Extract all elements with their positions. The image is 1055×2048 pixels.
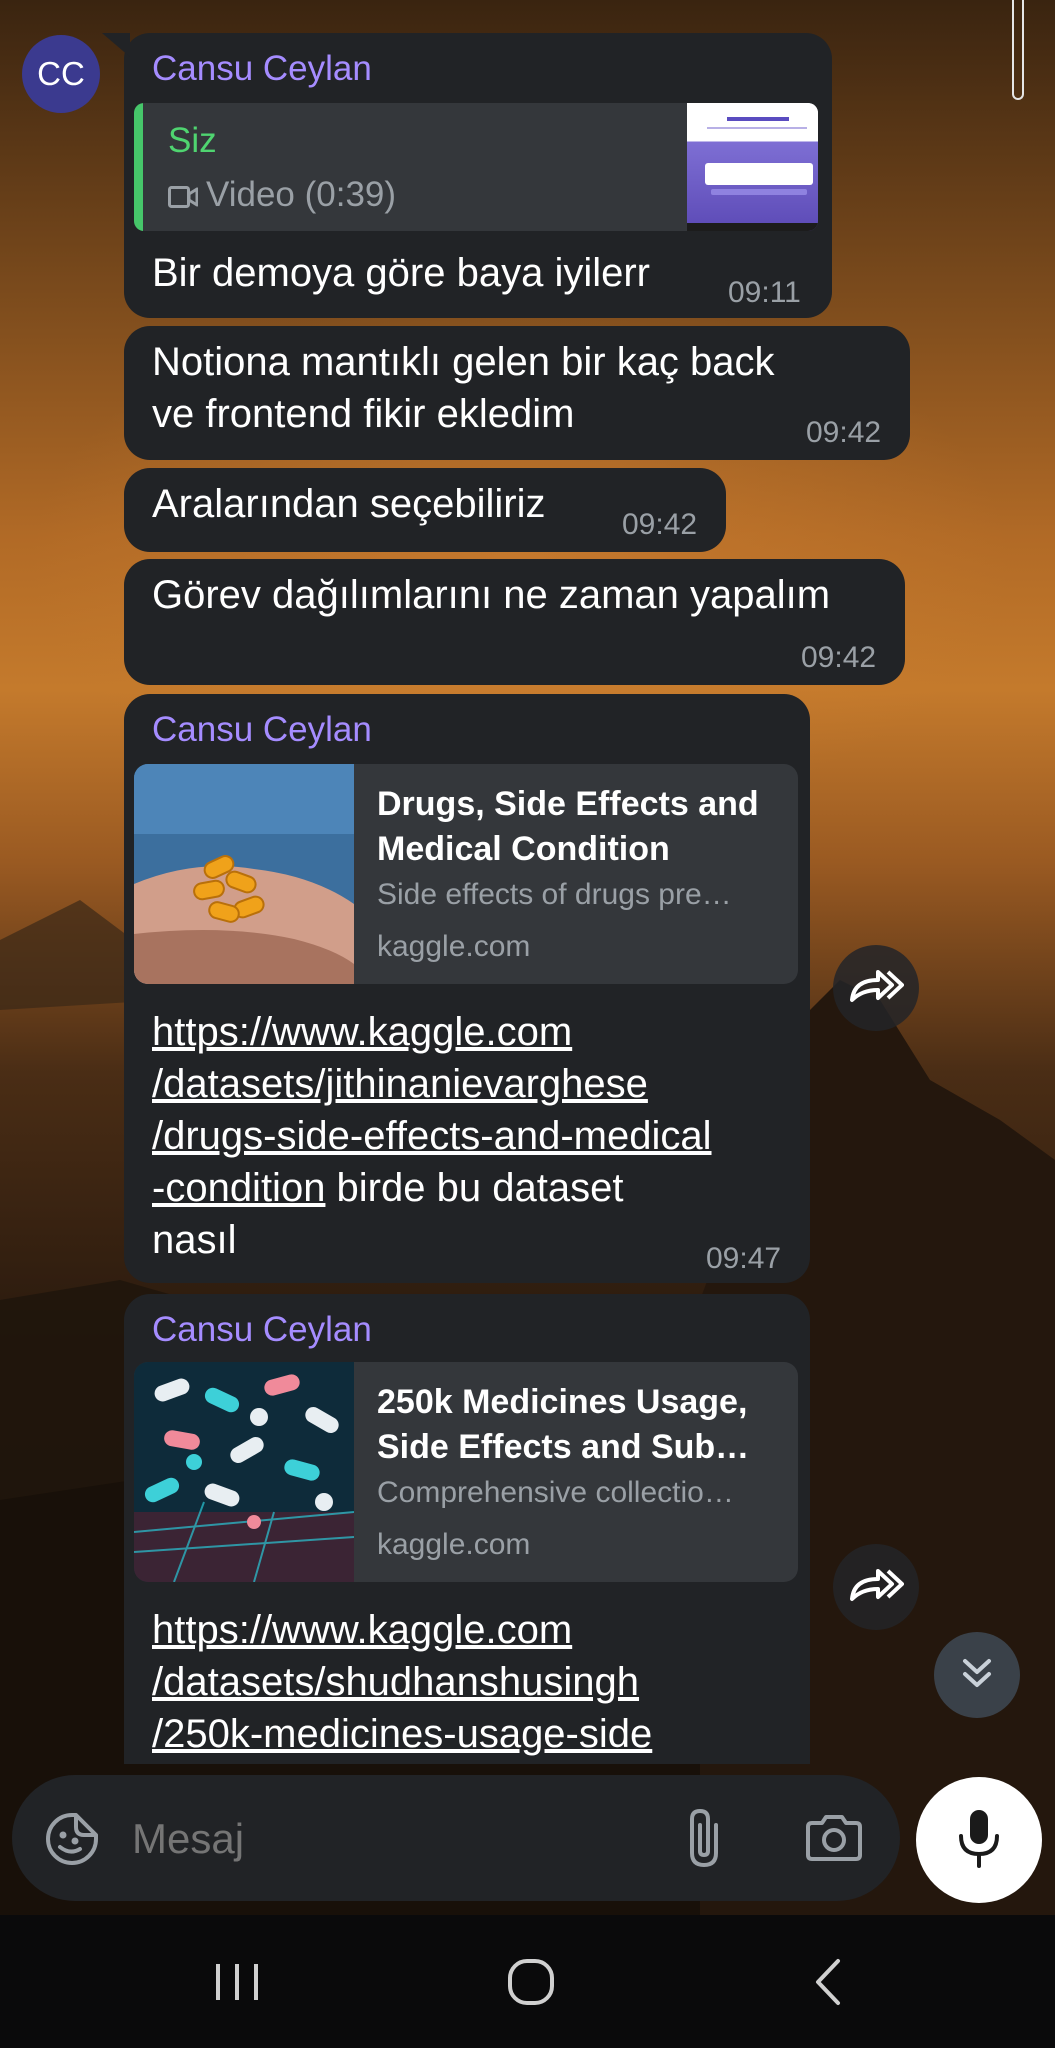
reply-accent-bar xyxy=(134,103,143,231)
video-icon xyxy=(168,185,199,214)
avatar[interactable]: CC xyxy=(22,35,100,113)
message-time: 09:42 xyxy=(801,641,877,674)
message-link[interactable]: /drugs-side-effects-and-medical xyxy=(152,1114,712,1158)
message-text-line: /datasets/jithinanievarghese xyxy=(152,1058,648,1110)
voice-record-button[interactable] xyxy=(916,1777,1042,1903)
reply-subtitle: Video (0:39) xyxy=(206,175,397,214)
preview-image xyxy=(134,1362,355,1582)
message-bubble[interactable]: Cansu Ceylan Siz Video (0:39) Bir demoya… xyxy=(102,33,832,318)
link-preview[interactable]: 250k Medicines Usage, Side Effects and S… xyxy=(134,1362,798,1582)
message-text-line: https://www.kaggle.com xyxy=(152,1006,572,1058)
sticker-icon[interactable] xyxy=(44,1811,100,1872)
message-text: Görev dağılımlarını ne zaman yapalım xyxy=(152,573,831,617)
message-bubble[interactable]: Cansu Ceylan 250k Medicines Usage, Side … xyxy=(124,1294,810,1764)
avatar-initials: CC xyxy=(37,55,85,92)
back-icon[interactable] xyxy=(810,1957,844,2012)
double-chevron-down-icon xyxy=(959,1655,995,1696)
message-time: 09:42 xyxy=(622,508,698,541)
preview-title: 250k Medicines Usage, Side Effects and S… xyxy=(377,1380,787,1470)
message-text-line: /drugs-side-effects-and-medical xyxy=(152,1110,712,1162)
message-link[interactable]: -condition xyxy=(152,1166,325,1210)
preview-title-line: Drugs, Side Effects and xyxy=(377,785,759,823)
message-link[interactable]: https://www.kaggle.com xyxy=(152,1608,572,1652)
scrollbar[interactable] xyxy=(1012,0,1024,100)
message-time: 09:11 xyxy=(728,276,801,309)
message-text-line: https://www.kaggle.com xyxy=(152,1604,572,1656)
preview-image xyxy=(134,764,354,984)
preview-site: kaggle.com xyxy=(377,1528,531,1561)
message-bubble[interactable]: Cansu Ceylan Drugs, Side Effects and Med… xyxy=(124,694,810,1283)
message-input[interactable] xyxy=(130,1805,654,1873)
message-bubble[interactable]: Görev dağılımlarını ne zaman yapalım 09:… xyxy=(124,559,905,685)
message-link[interactable]: https://www.kaggle.com xyxy=(152,1010,572,1054)
preview-title-line: 250k Medicines Usage, xyxy=(377,1383,748,1421)
camera-icon[interactable] xyxy=(804,1813,864,1868)
forward-button[interactable] xyxy=(833,945,919,1031)
preview-site: kaggle.com xyxy=(377,930,531,963)
reply-title: Siz xyxy=(168,121,217,160)
message-text-line: -condition birde bu dataset xyxy=(152,1162,623,1214)
paperclip-icon[interactable] xyxy=(682,1807,726,1874)
message-text-line: nasıl xyxy=(152,1218,237,1262)
forward-button[interactable] xyxy=(833,1544,919,1630)
message-text: Bir demoya göre baya iyilerr xyxy=(152,251,650,295)
message-bubble[interactable]: Aralarından seçebiliriz 09:42 xyxy=(124,468,726,552)
preview-description: Side effects of drugs pre… xyxy=(377,878,732,911)
message-time: 09:47 xyxy=(706,1242,782,1275)
forward-icon xyxy=(848,966,904,1011)
forward-icon xyxy=(848,1565,904,1610)
link-preview[interactable]: Drugs, Side Effects and Medical Conditio… xyxy=(134,764,798,984)
microphone-icon xyxy=(957,1808,1001,1873)
message-text-line: /datasets/shudhanshusingh xyxy=(152,1656,639,1708)
message-text: birde bu dataset xyxy=(325,1166,624,1210)
system-nav-bar xyxy=(0,1915,1055,2048)
preview-description: Comprehensive collectio… xyxy=(377,1476,734,1509)
scroll-down-button[interactable] xyxy=(934,1632,1020,1718)
reply-quote[interactable]: Siz Video (0:39) xyxy=(134,103,818,231)
message-composer xyxy=(12,1775,900,1901)
sender-name: Cansu Ceylan xyxy=(152,710,372,749)
message-text-line: /250k-medicines-usage-side xyxy=(152,1708,652,1760)
message-text: Aralarından seçebiliriz xyxy=(152,482,546,526)
message-text-line: ve frontend fikir ekledim xyxy=(152,392,575,436)
preview-title-line: Side Effects and Sub… xyxy=(377,1428,750,1466)
message-bubble[interactable]: Notiona mantıklı gelen bir kaç back ve f… xyxy=(124,326,910,460)
preview-title: Drugs, Side Effects and Medical Conditio… xyxy=(377,782,787,872)
sender-name: Cansu Ceylan xyxy=(152,49,372,88)
bubble-tail xyxy=(102,33,130,57)
recent-apps-icon[interactable] xyxy=(212,1960,262,2009)
preview-title-line: Medical Condition xyxy=(377,830,670,868)
message-time: 09:42 xyxy=(806,416,882,449)
sender-name: Cansu Ceylan xyxy=(152,1310,372,1349)
message-link[interactable]: /datasets/shudhanshusingh xyxy=(152,1660,639,1704)
message-text-line: Notiona mantıklı gelen bir kaç back xyxy=(152,340,775,384)
message-link[interactable]: /250k-medicines-usage-side xyxy=(152,1712,652,1756)
home-icon[interactable] xyxy=(507,1958,555,2011)
video-thumbnail[interactable] xyxy=(687,103,818,231)
message-link[interactable]: /datasets/jithinanievarghese xyxy=(152,1062,648,1106)
